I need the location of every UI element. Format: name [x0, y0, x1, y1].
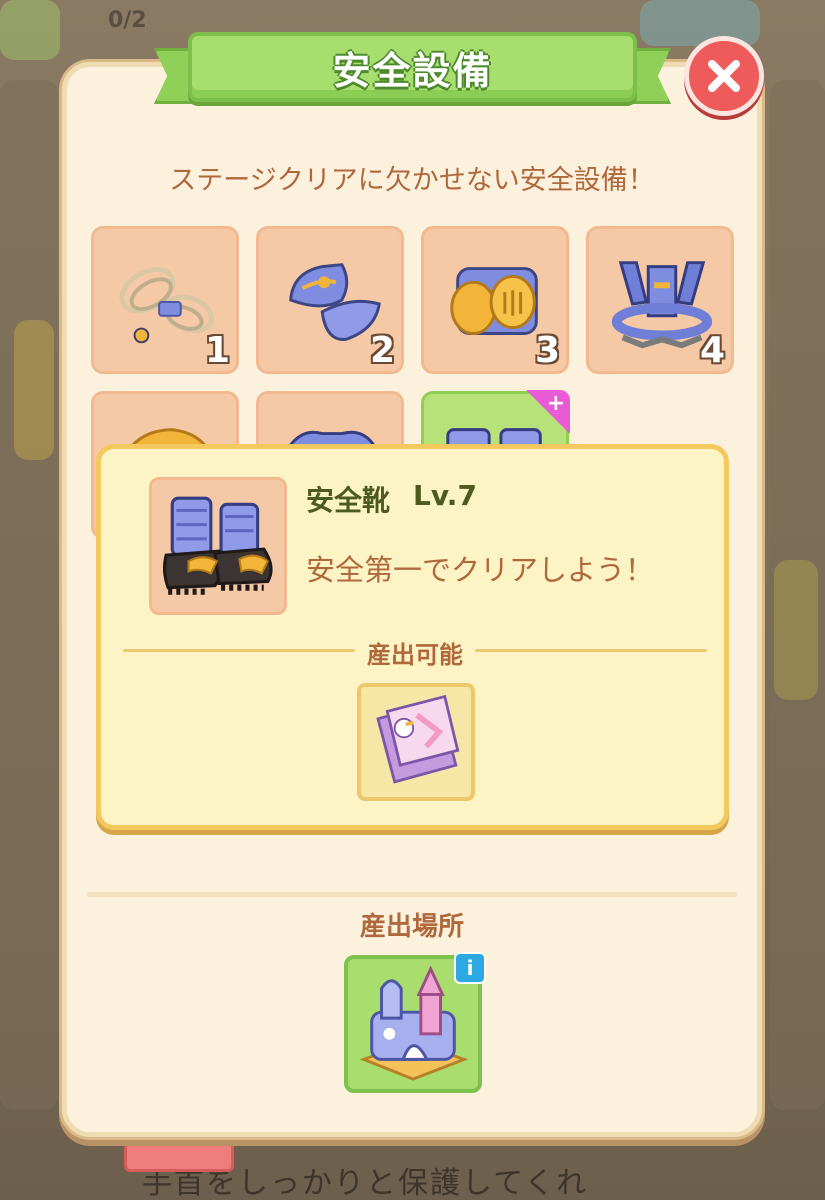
- dialog-subtitle: ステージクリアに欠かせない安全設備！: [169, 165, 655, 196]
- products-label: 産出可能: [367, 641, 463, 669]
- equipment-slot-wrist-guard[interactable]: 2: [256, 226, 404, 374]
- divider: [475, 649, 707, 652]
- bg-tile: [0, 0, 60, 60]
- item-detail-image: [149, 477, 287, 615]
- product-slot[interactable]: [357, 683, 475, 801]
- divider: [123, 649, 355, 652]
- bouncy-castle-icon: [359, 965, 469, 1081]
- equipment-count: 3: [534, 330, 560, 371]
- item-name: 安全靴: [306, 484, 391, 517]
- boots-icon: [162, 496, 273, 595]
- equipment-count: 4: [699, 330, 725, 371]
- title-ribbon: 安全設備: [150, 14, 675, 124]
- equipment-slot-harness[interactable]: 4: [586, 226, 734, 374]
- plus-icon: +: [546, 391, 565, 416]
- location-label: 産出場所: [359, 912, 464, 942]
- bg-tile: [0, 80, 58, 1110]
- info-icon[interactable]: i: [454, 952, 486, 984]
- bg-tile: [774, 560, 818, 700]
- item-description: 安全第一でクリアしよう！: [306, 553, 655, 587]
- divider: [87, 892, 737, 897]
- bg-tile: [14, 320, 54, 460]
- item-level: Lv.7: [413, 479, 477, 512]
- equipment-slot-knee-pad[interactable]: 3: [421, 226, 569, 374]
- equipment-count: 2: [369, 330, 395, 371]
- dialog-title: 安全設備: [332, 48, 493, 93]
- equipment-count: 1: [204, 330, 230, 371]
- ticket-icon: [376, 694, 460, 784]
- bg-counter: 0/2: [108, 8, 147, 33]
- equipment-slot-rope[interactable]: 1: [91, 226, 239, 374]
- close-button[interactable]: [684, 36, 764, 116]
- item-detail-popup: 安全靴 Lv.7 安全第一でクリアしよう！ 産出可能: [96, 444, 729, 830]
- ribbon-banner: 安全設備: [188, 32, 637, 102]
- close-icon: [708, 60, 740, 92]
